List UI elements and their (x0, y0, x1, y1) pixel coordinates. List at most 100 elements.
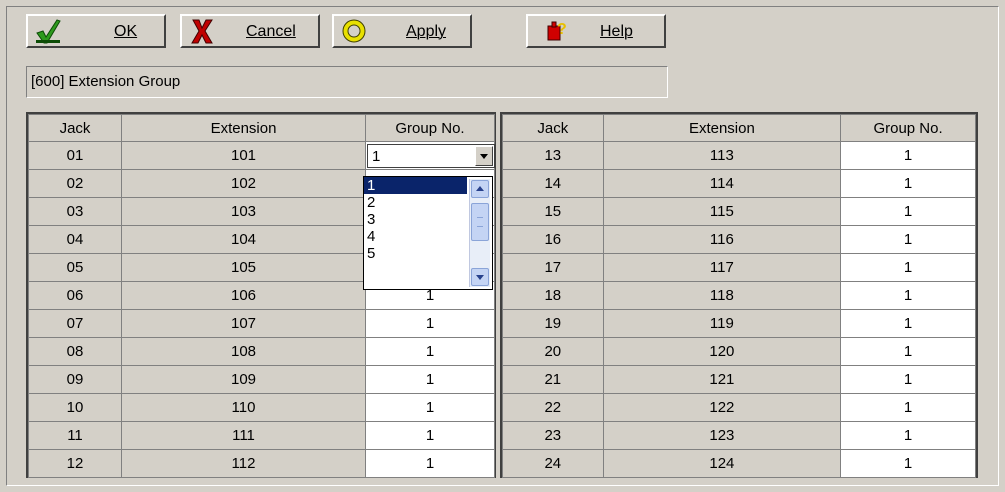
group-no-cell[interactable]: 1 (365, 309, 495, 338)
table-row: 17 117 1 (502, 253, 976, 282)
group-no-cell[interactable]: 1 (365, 337, 495, 366)
extension-cell: 114 (602, 169, 842, 198)
extension-cell: 119 (602, 309, 842, 338)
jack-cell: 09 (28, 365, 122, 394)
section-title: [600] Extension Group (26, 66, 668, 98)
jack-cell: 20 (502, 337, 604, 366)
extension-cell: 120 (602, 337, 842, 366)
header-jack: Jack (28, 114, 122, 142)
jack-cell: 16 (502, 225, 604, 254)
svg-text:?: ? (557, 21, 567, 38)
extension-cell: 107 (121, 309, 366, 338)
dropdown-option[interactable]: 3 (364, 211, 467, 228)
extension-cell: 123 (602, 421, 842, 450)
group-no-cell[interactable]: 1 (840, 421, 976, 450)
table-row: 15 115 1 (502, 197, 976, 226)
jack-cell: 11 (28, 421, 122, 450)
group-no-cell[interactable]: 1 (840, 169, 976, 198)
table-row: 19 119 1 (502, 309, 976, 338)
group-dropdown-list[interactable]: 1 2 3 4 5 (363, 176, 493, 290)
jack-cell: 04 (28, 225, 122, 254)
extension-cell: 101 (121, 141, 366, 170)
extension-cell: 115 (602, 197, 842, 226)
group-select-value: 1 (372, 148, 381, 165)
table-row: 24 124 1 (502, 449, 976, 478)
help-button[interactable]: ? Help (526, 14, 666, 48)
group-no-cell[interactable]: 1 (365, 393, 495, 422)
jack-cell: 23 (502, 421, 604, 450)
table-row: 12 112 1 (28, 449, 495, 478)
group-no-cell[interactable]: 1 (840, 225, 976, 254)
extension-cell: 121 (602, 365, 842, 394)
extension-cell: 124 (602, 449, 842, 478)
apply-label: Apply (406, 23, 447, 40)
cancel-button[interactable]: Cancel (180, 14, 320, 48)
dropdown-scrollbar[interactable] (469, 179, 490, 287)
checkmark-icon (36, 19, 61, 44)
scroll-thumb[interactable] (471, 203, 489, 241)
extension-cell: 112 (121, 449, 366, 478)
table-row: 10 110 1 (28, 393, 495, 422)
jack-cell: 22 (502, 393, 604, 422)
table-row: 22 122 1 (502, 393, 976, 422)
jack-cell: 05 (28, 253, 122, 282)
help-label: Help (600, 23, 633, 40)
group-no-cell[interactable]: 1 (365, 365, 495, 394)
group-no-cell[interactable]: 1 (840, 197, 976, 226)
group-no-cell[interactable]: 1 (840, 393, 976, 422)
group-no-cell[interactable]: 1 (365, 141, 495, 170)
table-row: 18 118 1 (502, 281, 976, 310)
jack-cell: 19 (502, 309, 604, 338)
extension-cell: 105 (121, 253, 366, 282)
jack-cell: 03 (28, 197, 122, 226)
dropdown-option[interactable]: 5 (364, 245, 467, 262)
group-no-cell[interactable]: 1 (365, 449, 495, 478)
ok-button[interactable]: OK (26, 14, 166, 48)
apply-button[interactable]: Apply (332, 14, 472, 48)
table-row: 23 123 1 (502, 421, 976, 450)
table-row: 08 108 1 (28, 337, 495, 366)
group-no-cell[interactable]: 1 (365, 421, 495, 450)
ok-label: OK (114, 23, 138, 40)
header-extension: Extension (602, 114, 842, 142)
group-no-cell[interactable]: 1 (840, 281, 976, 310)
jack-cell: 24 (502, 449, 604, 478)
table-row: 20 120 1 (502, 337, 976, 366)
dropdown-option[interactable]: 4 (364, 228, 467, 245)
x-icon (191, 19, 213, 44)
group-select[interactable]: 1 (367, 144, 495, 168)
dropdown-option[interactable]: 1 (364, 177, 467, 194)
extension-cell: 116 (602, 225, 842, 254)
header-extension: Extension (121, 114, 366, 142)
extension-cell: 118 (602, 281, 842, 310)
dropdown-option[interactable]: 2 (364, 194, 467, 211)
extension-cell: 104 (121, 225, 366, 254)
jack-cell: 01 (28, 141, 122, 170)
jack-cell: 17 (502, 253, 604, 282)
table-row: 21 121 1 (502, 365, 976, 394)
chevron-down-icon[interactable] (475, 146, 493, 166)
extension-cell: 108 (121, 337, 366, 366)
jack-cell: 14 (502, 169, 604, 198)
jack-cell: 08 (28, 337, 122, 366)
extension-cell: 111 (121, 421, 366, 450)
extension-cell: 110 (121, 393, 366, 422)
scroll-up-icon[interactable] (471, 180, 489, 198)
group-no-cell[interactable]: 1 (840, 337, 976, 366)
group-no-cell[interactable]: 1 (840, 449, 976, 478)
scroll-down-icon[interactable] (471, 268, 489, 286)
table-row: 07 107 1 (28, 309, 495, 338)
group-no-cell[interactable]: 1 (840, 365, 976, 394)
jack-cell: 07 (28, 309, 122, 338)
jack-cell: 06 (28, 281, 122, 310)
group-no-cell[interactable]: 1 (840, 141, 976, 170)
table-row: 09 109 1 (28, 365, 495, 394)
jack-cell: 02 (28, 169, 122, 198)
table-row: 16 116 1 (502, 225, 976, 254)
jack-cell: 13 (502, 141, 604, 170)
group-no-cell[interactable]: 1 (840, 253, 976, 282)
jack-cell: 10 (28, 393, 122, 422)
group-no-cell[interactable]: 1 (840, 309, 976, 338)
header-jack: Jack (502, 114, 604, 142)
table-row: 13 113 1 (502, 141, 976, 170)
